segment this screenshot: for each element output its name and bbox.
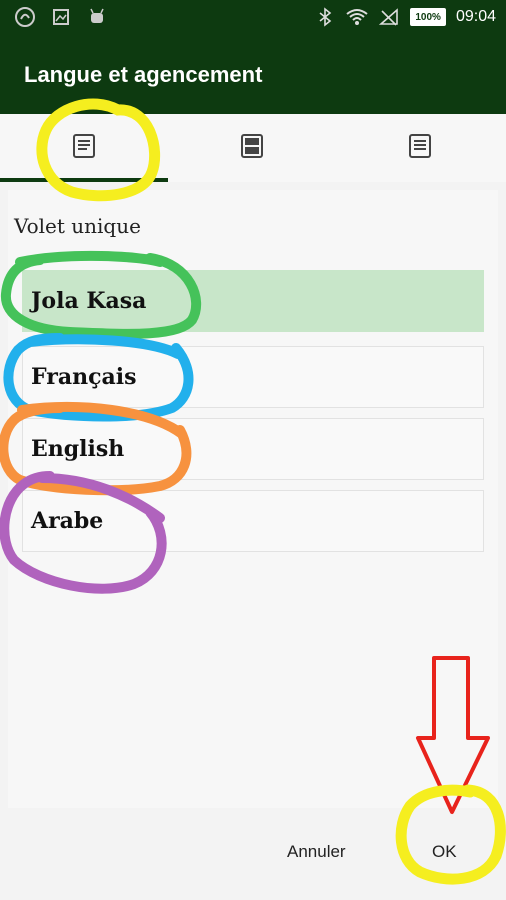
two-pane-icon (239, 133, 265, 164)
language-item-english[interactable]: English (22, 418, 484, 480)
clock: 09:04 (455, 8, 496, 25)
language-label: Français (31, 364, 137, 390)
language-label: Arabe (31, 508, 104, 534)
image-notification-icon (50, 6, 72, 28)
language-item-arabe[interactable]: Arabe (22, 490, 484, 552)
selected-tab-indicator (0, 178, 168, 182)
three-pane-icon (407, 133, 433, 164)
page-title: Langue et agencement (24, 62, 263, 87)
wifi-icon (346, 6, 368, 28)
cancel-button[interactable]: Annuler (287, 842, 346, 862)
layout-tab-strip (0, 114, 506, 182)
app-bar: Langue et agencement (0, 36, 506, 114)
android-icon (86, 6, 108, 28)
language-item-jola-kasa[interactable]: Jola Kasa (22, 270, 484, 332)
language-label: English (31, 436, 125, 462)
battery-indicator: 100% (410, 8, 446, 26)
bluetooth-icon (314, 6, 336, 28)
ok-button[interactable]: OK (432, 842, 457, 862)
no-signal-icon (378, 6, 400, 28)
language-label: Jola Kasa (31, 288, 147, 314)
status-bar: 100% 09:04 (0, 0, 506, 36)
tab-three-pane[interactable] (336, 114, 504, 182)
section-label: Volet unique (14, 214, 141, 238)
tab-single-pane[interactable] (0, 114, 168, 182)
tab-two-pane[interactable] (168, 114, 336, 182)
single-pane-icon (71, 133, 97, 164)
dialog-footer (0, 808, 506, 900)
app-logo-icon (14, 6, 36, 28)
language-item-francais[interactable]: Français (22, 346, 484, 408)
